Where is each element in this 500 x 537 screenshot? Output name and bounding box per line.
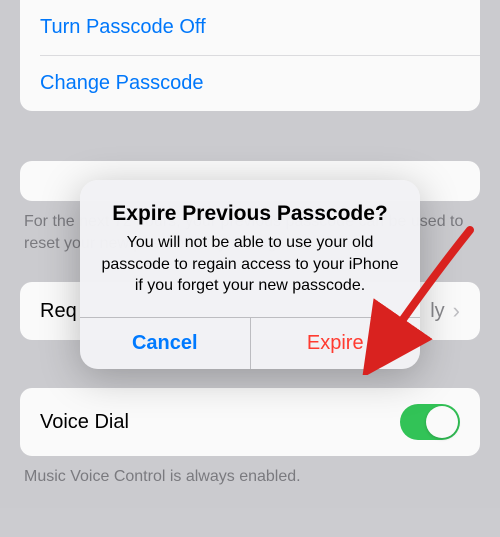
alert-buttons-row: Cancel Expire bbox=[80, 317, 420, 369]
alert-body: Expire Previous Passcode? You will not b… bbox=[80, 180, 420, 317]
expire-button[interactable]: Expire bbox=[250, 318, 421, 369]
cancel-button[interactable]: Cancel bbox=[80, 318, 250, 369]
alert-title: Expire Previous Passcode? bbox=[100, 202, 400, 226]
alert-message: You will not be able to use your old pas… bbox=[100, 232, 400, 297]
expire-passcode-alert: Expire Previous Passcode? You will not b… bbox=[80, 180, 420, 369]
